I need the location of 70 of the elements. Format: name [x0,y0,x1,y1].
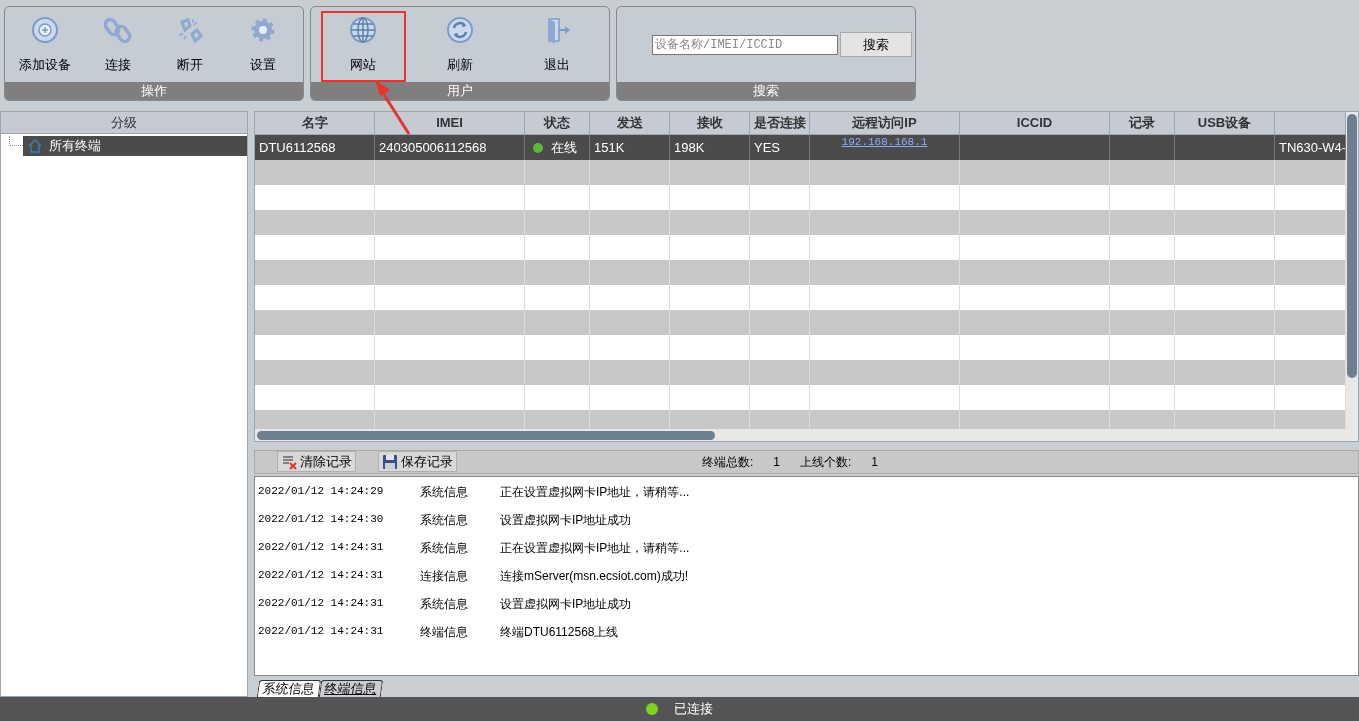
log-type: 终端信息 [420,623,469,641]
ip-link[interactable]: 192.168.168.1 [841,135,928,149]
log-message: 设置虚拟网卡IP地址成功 [500,511,632,529]
log-tab[interactable]: 终端信息 [318,680,384,697]
column-header[interactable]: 发送 [590,112,670,134]
log-time: 2022/01/12 14:24:31 [258,595,385,611]
chain-link-icon [103,16,132,44]
column-header[interactable]: ICCID [960,112,1110,134]
log-time: 2022/01/12 14:24:30 [258,511,385,527]
toolbar-button[interactable]: 连接 [81,9,154,78]
table-cell-text: 240305006112568 [379,138,487,157]
column-header[interactable]: 接收 [670,112,750,134]
log-type: 系统信息 [420,511,469,529]
save-icon [382,453,398,470]
toolbar-button[interactable]: 刷新 [411,9,509,78]
log-message: 正在设置虚拟网卡IP地址，请稍等... [500,483,690,501]
log-type: 连接信息 [420,567,469,585]
scrollbar-thumb[interactable] [257,431,715,440]
tree-item[interactable]: 所有终端 [23,136,247,156]
search-field[interactable]: 设备名称/IMEI/ICCID [652,34,838,55]
home-icon [27,138,43,154]
log-button[interactable]: 清除记录 [277,451,356,473]
globe-icon [349,16,378,44]
table-cell-text: 在线 [551,138,577,157]
table-cell-text: 151K [594,138,625,157]
log-button[interactable]: 保存记录 [378,451,457,473]
log-tab[interactable]: 系统信息 [256,680,322,697]
log-time: 2022/01/12 14:24:29 [258,483,385,499]
annotation-arrow [375,80,411,135]
column-header[interactable]: 状态 [525,112,590,134]
table-cell-text: TN630-W4- [1279,138,1345,157]
column-header[interactable]: 是否连接 [750,112,810,134]
toolbar-button[interactable]: 断开 [154,9,227,78]
toolbar-button[interactable]: 退出 [508,9,605,78]
search-button[interactable]: 搜索 [840,32,912,57]
log-type: 系统信息 [420,595,469,613]
log-message: 正在设置虚拟网卡IP地址，请稍等... [500,539,690,557]
scrollbar-thumb[interactable] [1347,114,1357,378]
table-cell-text: YES [754,138,780,157]
column-header[interactable]: 名字 [255,112,375,134]
column-header[interactable]: IMEI [375,112,525,134]
stat-label: 终端总数: [701,453,754,471]
toolbar-button[interactable]: 设置 [226,9,299,78]
group-title: 操作 [5,82,303,100]
table-row[interactable]: DTU6112568 240305006112568 在线 151K 198K YES 192.168.168.1 TN630-W4- [255,135,1346,160]
panel-header: 分级 [1,112,247,134]
log-message: 连接mServer(msn.ecsiot.com)成功! [500,567,689,585]
column-header[interactable]: 远程访问IP [810,112,960,134]
broken-chain-icon [176,16,205,44]
log-type: 系统信息 [420,539,469,557]
stat-value: 1 [871,453,878,471]
table-cell-text: DTU6112568 [259,138,336,157]
group-title: 搜索 [617,82,915,100]
log-message: 终端DTU6112568上线 [500,623,619,641]
refresh-icon [446,16,474,44]
status-text: 已连接 [674,700,713,719]
toolbar-button[interactable]: 添加设备 [9,9,82,78]
log-time: 2022/01/12 14:24:31 [258,539,385,555]
log-message: 设置虚拟网卡IP地址成功 [500,595,632,613]
clear-list-icon [281,453,297,470]
table-cell-text: 198K [674,138,705,157]
group-title: 用户 [311,82,609,100]
log-time: 2022/01/12 14:24:31 [258,623,385,639]
stat-label: 上线个数: [799,453,852,471]
plus-circle-icon [31,16,60,44]
column-header[interactable]: USB设备 [1175,112,1275,134]
column-header[interactable]: 记录 [1110,112,1175,134]
log-type: 系统信息 [420,483,469,501]
log-time: 2022/01/12 14:24:31 [258,567,385,583]
stat-value: 1 [773,453,780,471]
